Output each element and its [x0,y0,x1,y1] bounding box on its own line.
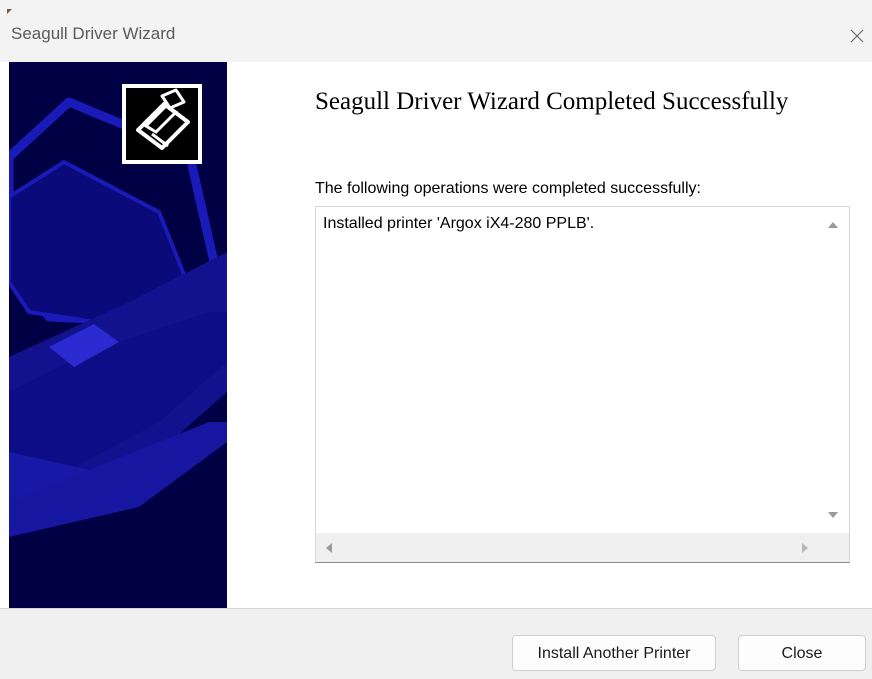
wizard-content: Seagull Driver Wizard Completed Successf… [227,62,872,608]
window-title: Seagull Driver Wizard [11,24,176,43]
operations-label: The following operations were completed … [315,180,701,197]
vertical-scrollbar[interactable] [815,207,849,533]
wizard-banner [9,62,227,608]
close-button[interactable]: Close [738,635,866,671]
list-item: Installed printer 'Argox iX4-280 PPLB'. [323,215,595,232]
horizontal-scrollbar[interactable] [316,533,849,562]
scroll-up-icon[interactable] [828,222,838,228]
install-another-printer-button[interactable]: Install Another Printer [512,635,716,671]
page-title: Seagull Driver Wizard Completed Successf… [315,88,789,115]
wizard-window: Seagull Driver Wizard Seagull Driver Wiz… [0,0,872,679]
results-listbox[interactable]: Installed printer 'Argox iX4-280 PPLB'. [315,206,850,563]
scroll-left-icon[interactable] [326,543,332,553]
title-bar: Seagull Driver Wizard [0,0,872,62]
close-icon[interactable] [848,27,866,45]
app-icon [7,9,12,14]
printer-logo-icon [122,84,202,164]
scroll-right-icon[interactable] [802,543,808,553]
scroll-down-icon[interactable] [828,512,838,518]
button-bar: Install Another Printer Close [0,608,872,679]
